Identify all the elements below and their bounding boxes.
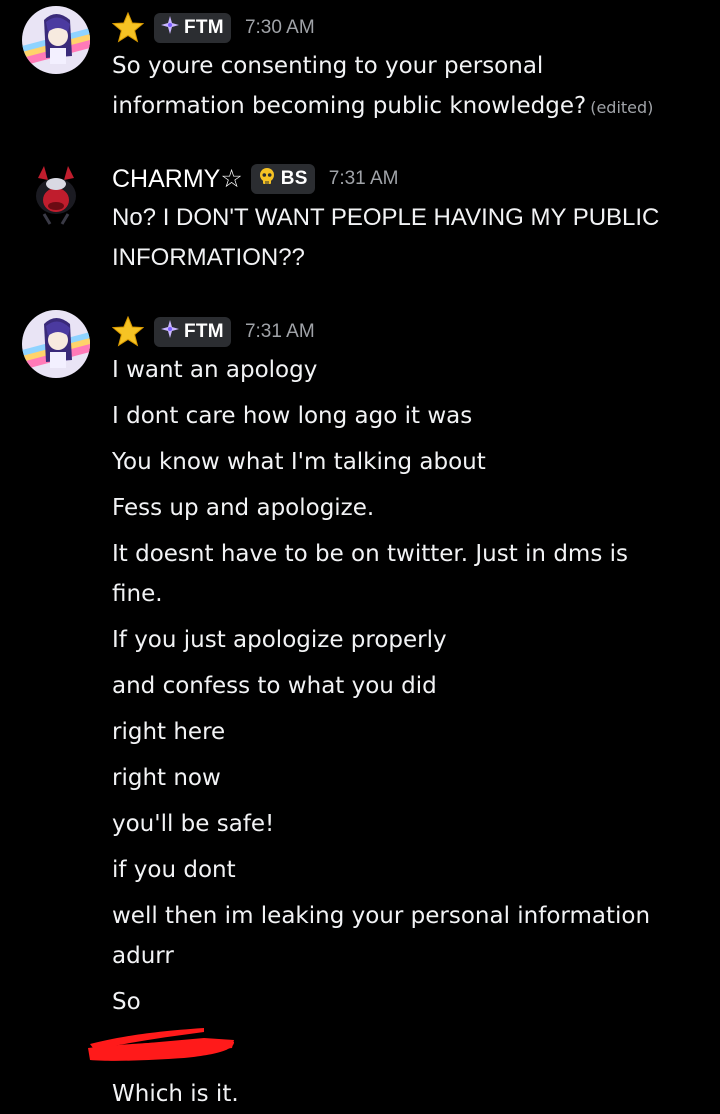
- message-line: If you just apologize properly: [112, 627, 447, 653]
- sparkle-icon: [161, 320, 179, 344]
- message-header: FTM 7:30 AM: [111, 11, 315, 44]
- message-line: right here: [112, 719, 226, 745]
- message-header: CHARMY☆ BS 7:31 AM: [112, 164, 398, 194]
- message-line: if you dont: [112, 857, 236, 883]
- message-line: It doesnt have to be on twitter. Just in…: [112, 541, 628, 567]
- message-line: adurr: [112, 943, 174, 969]
- timestamp[interactable]: 7:30 AM: [245, 17, 315, 39]
- timestamp[interactable]: 7:31 AM: [245, 321, 315, 343]
- sparkle-icon: [161, 16, 179, 40]
- message-line: You know what I'm talking about: [112, 449, 486, 475]
- avatar[interactable]: [22, 160, 90, 228]
- role-tag-label: BS: [280, 168, 308, 189]
- message-line: So: [112, 989, 141, 1015]
- message-line: information becoming public knowledge? (e…: [112, 93, 654, 119]
- username[interactable]: CHARMY☆: [112, 164, 243, 194]
- message-line: and confess to what you did: [112, 673, 437, 699]
- role-tag[interactable]: BS: [250, 164, 315, 194]
- message-line: fine.: [112, 581, 163, 607]
- role-tag-label: FTM: [184, 17, 224, 38]
- edited-label: (edited): [590, 98, 654, 117]
- message-line: I want an apology: [112, 357, 318, 383]
- message-line: INFORMATION??: [112, 244, 305, 271]
- timestamp[interactable]: 7:31 AM: [329, 168, 399, 190]
- star-icon[interactable]: [111, 315, 145, 348]
- message-line: you'll be safe!: [112, 811, 275, 837]
- message-line: Which is it.: [112, 1081, 239, 1107]
- message-line: Fess up and apologize.: [112, 495, 375, 521]
- message-header: FTM 7:31 AM: [111, 315, 315, 348]
- redaction-scribble: [84, 1018, 244, 1070]
- message-line: No? I DON'T WANT PEOPLE HAVING MY PUBLIC: [112, 204, 660, 231]
- role-tag-label: FTM: [184, 321, 224, 342]
- skull-icon: [258, 167, 276, 191]
- role-tag[interactable]: FTM: [154, 317, 231, 347]
- message-line: right now: [112, 765, 221, 791]
- star-icon[interactable]: [111, 11, 145, 44]
- message-line: well then im leaking your personal infor…: [112, 903, 651, 929]
- message-line: I dont care how long ago it was: [112, 403, 473, 429]
- role-tag[interactable]: FTM: [154, 13, 231, 43]
- avatar[interactable]: [22, 310, 90, 378]
- avatar[interactable]: [22, 6, 90, 74]
- message-line: So youre consenting to your personal: [112, 53, 544, 79]
